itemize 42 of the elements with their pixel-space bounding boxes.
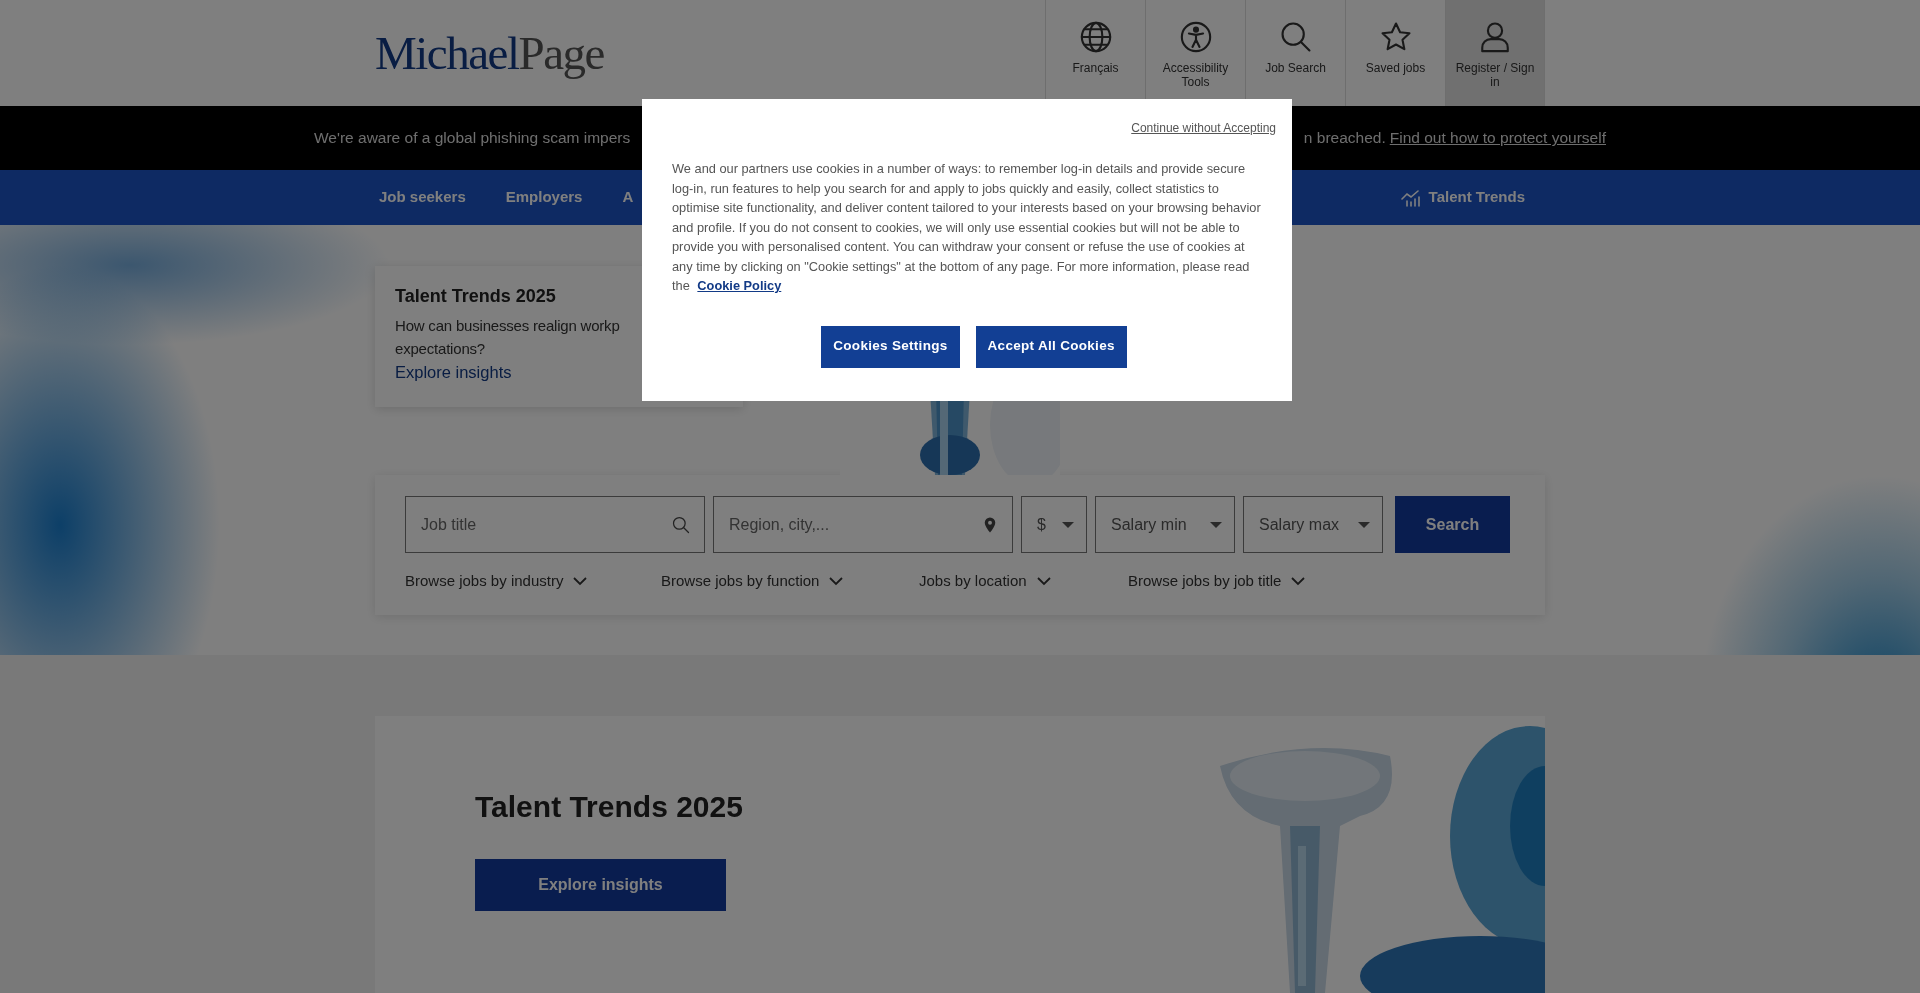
card-title: Talent Trends 2025 — [395, 286, 557, 308]
explore-button[interactable]: Explore insights — [475, 858, 726, 911]
chart-icon — [1400, 188, 1421, 207]
user-icon — [1478, 20, 1512, 54]
cookie-button[interactable]: Cookies Settings — [821, 325, 960, 368]
alert-text: n breached. — [1303, 128, 1386, 149]
globe-icon — [1078, 20, 1113, 54]
browse-dropdown[interactable]: Browse jobs by job title — [1128, 570, 1306, 593]
caret-icon — [1062, 521, 1074, 528]
browse-dropdown[interactable]: Browse jobs by function — [661, 570, 844, 593]
input-field[interactable]: Job title — [405, 496, 705, 553]
nav-link[interactable]: A — [618, 186, 634, 209]
input-field[interactable]: Region, city,... — [713, 496, 1013, 553]
chevron-down-icon — [573, 576, 588, 586]
caret-icon — [1358, 521, 1370, 528]
nav-link[interactable]: Job seekers — [375, 186, 466, 209]
accessibility-icon — [1178, 20, 1213, 54]
search-icon — [671, 514, 691, 535]
search-button[interactable]: Search — [1395, 496, 1510, 553]
nav-link[interactable]: Employers — [501, 186, 583, 209]
cookie-policy-link[interactable]: Cookie Policy — [697, 278, 782, 293]
chevron-down-icon — [1291, 576, 1306, 586]
logo[interactable]: MichaelPage — [375, 29, 604, 77]
select-dropdown[interactable]: $ — [1021, 496, 1087, 553]
continue-without-accepting-link[interactable]: Continue without Accepting — [1131, 119, 1276, 137]
card-link[interactable]: Explore insights — [395, 363, 512, 382]
search-icon — [1278, 20, 1313, 54]
promo-title: Talent Trends 2025 — [475, 788, 744, 825]
nav-link[interactable]: Talent Trends — [1396, 186, 1525, 209]
select-dropdown[interactable]: Salary max — [1243, 496, 1383, 553]
card-text: How can businesses realign workp expectations? — [395, 315, 621, 359]
header-action-button[interactable]: Register / Sign in — [1445, 0, 1545, 106]
chevron-down-icon — [1036, 576, 1051, 586]
alert-link[interactable]: Find out how to protect yourself — [1389, 126, 1606, 150]
select-dropdown[interactable]: Salary min — [1095, 496, 1235, 553]
chevron-down-icon — [829, 576, 844, 586]
alert-text: We're aware of a global phishing scam impers — [314, 128, 631, 149]
cookie-button[interactable]: Accept All Cookies — [975, 325, 1127, 368]
caret-icon — [1210, 521, 1222, 528]
browse-dropdown[interactable]: Browse jobs by industry — [405, 570, 588, 593]
browse-dropdown[interactable]: Jobs by location — [919, 570, 1051, 593]
cookie-text: We and our partners use cookies in a number of ways: to remember log-in details and provide secure log-in, run features to help you search for and apply to jobs quickly and easily, collect statistics to optimise site functionality, and deliver content tailored to your interests based on your browsing behavior and profile. If you do not consent to cookies, we will only use essential cookies but will not be able to provide you with personalised content. You can withdraw your consent or refuse the use of cookies at any time by clicking on "Cookie settings" at the bottom of any page. For more information, please read the Cookie Policy — [672, 160, 1262, 295]
